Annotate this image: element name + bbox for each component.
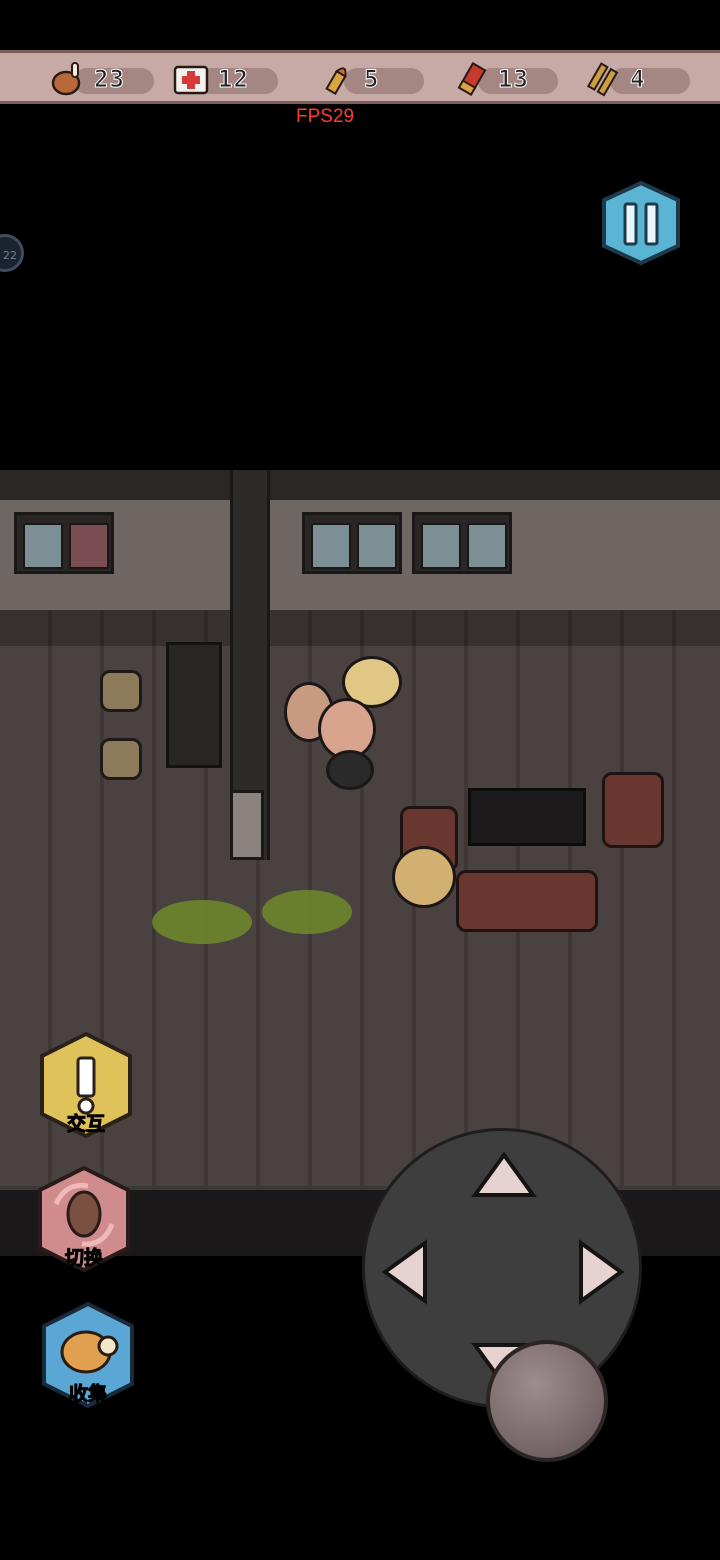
resource-pistol-ammo: 5 [318, 59, 424, 99]
window [412, 512, 512, 574]
slime-puddle [262, 890, 352, 934]
fps-counter: FPS29 [296, 106, 355, 127]
rifle-ammo-icon [586, 62, 619, 97]
meat-drumstick-icon [51, 62, 81, 96]
side-badge[interactable]: 22 [0, 234, 24, 272]
resource-medkit: 12 [172, 59, 278, 99]
resource-bar: 23 12 5 13 4 [0, 50, 720, 104]
pistol-ammo-count: 5 [363, 65, 380, 94]
table [166, 642, 222, 768]
chair [100, 670, 142, 712]
pause-button[interactable] [598, 180, 684, 266]
upper-wall [0, 470, 720, 503]
collect-button[interactable]: 收集 [36, 1300, 140, 1412]
arrow-right-icon [579, 1239, 625, 1305]
rifle-ammo-count: 4 [629, 65, 646, 94]
collect-label: 收集 [68, 1383, 107, 1406]
zombie-corpse [392, 846, 456, 908]
tv-stand [468, 788, 586, 846]
switch-label: 切换 [64, 1247, 103, 1270]
pillar-base [230, 790, 264, 860]
player-body [326, 750, 374, 790]
arrow-left-icon [381, 1239, 427, 1305]
medkit-icon [173, 65, 209, 95]
resource-shotgun-ammo: 13 [452, 59, 558, 99]
medkit-count: 12 [218, 65, 249, 94]
arrow-up-icon [471, 1151, 537, 1197]
chair [100, 738, 142, 780]
joystick-knob[interactable] [486, 1340, 608, 1462]
slime-puddle [152, 900, 252, 944]
interact-button[interactable]: 交互 [34, 1030, 138, 1142]
resource-rifle-ammo: 4 [584, 59, 690, 99]
resource-food: 23 [48, 59, 154, 99]
switch-weapon-button[interactable]: 切换 [32, 1164, 136, 1276]
food-count: 23 [94, 65, 125, 94]
shotgun-shell-icon [457, 62, 487, 96]
armchair [602, 772, 664, 848]
broken-window [14, 512, 114, 574]
shotgun-ammo-count: 13 [498, 65, 529, 94]
interact-label: 交互 [66, 1113, 105, 1136]
sofa [456, 870, 598, 932]
window [302, 512, 402, 574]
pistol-bullet-icon [325, 67, 347, 95]
